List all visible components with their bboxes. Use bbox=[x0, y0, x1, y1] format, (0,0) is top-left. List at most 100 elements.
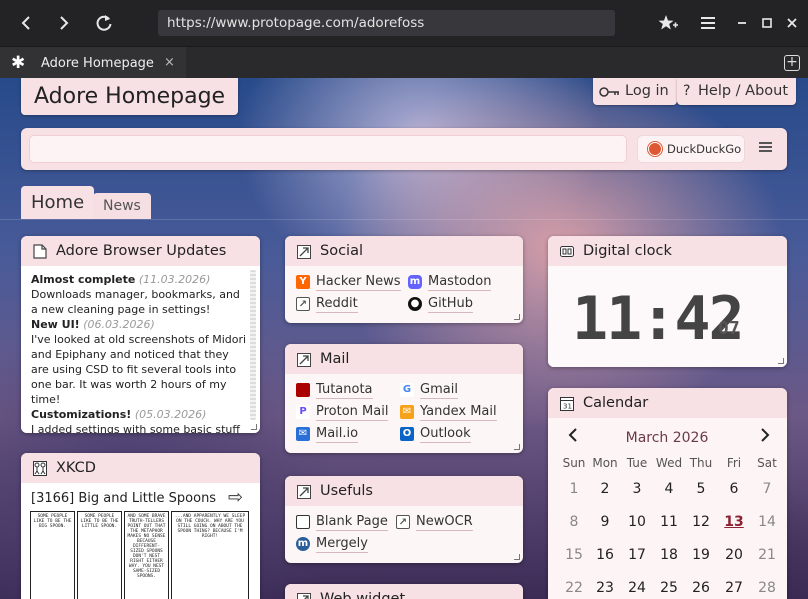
blank-page-icon bbox=[296, 515, 310, 529]
calendar-day[interactable]: 9 bbox=[589, 514, 621, 530]
weekday-header: Fri bbox=[726, 456, 742, 470]
next-comic-arrow-icon[interactable]: ⇨ bbox=[228, 487, 243, 508]
link-tutanota[interactable]: Tutanota bbox=[316, 382, 373, 399]
calendar-day[interactable]: 3 bbox=[621, 481, 653, 497]
comic-panel: AND SOME BRAVE TRUTH-TELLERS POINT OUT T… bbox=[124, 511, 169, 599]
calendar-day[interactable]: 17 bbox=[621, 547, 653, 563]
mastodon-icon: m bbox=[408, 275, 422, 289]
calendar-day[interactable]: 27 bbox=[718, 580, 750, 596]
calendar-day[interactable]: 14 bbox=[751, 514, 783, 530]
bookmark-star-icon bbox=[658, 15, 678, 30]
social-widget-title: Social bbox=[320, 243, 363, 259]
resize-handle-icon[interactable] bbox=[778, 358, 784, 364]
update-heading: Almost complete bbox=[31, 273, 136, 286]
search-engine-button[interactable]: DuckDuckGo bbox=[638, 136, 744, 162]
tab-news[interactable]: News bbox=[93, 193, 151, 219]
link-gmail[interactable]: Gmail bbox=[420, 382, 458, 399]
resize-handle-icon[interactable] bbox=[251, 424, 257, 430]
link-mergely[interactable]: Mergely bbox=[316, 536, 368, 553]
bookmark-star-button[interactable] bbox=[655, 10, 681, 36]
calendar-day[interactable]: 6 bbox=[718, 481, 750, 497]
calendar-day[interactable]: 26 bbox=[685, 580, 717, 596]
calendar-day[interactable]: 28 bbox=[751, 580, 783, 596]
link-proton-mail[interactable]: Proton Mail bbox=[316, 404, 389, 421]
minimize-button[interactable] bbox=[729, 10, 755, 36]
xkcd-widget-header[interactable]: XKCD bbox=[21, 453, 260, 483]
usefuls-widget-title: Usefuls bbox=[320, 483, 373, 499]
calendar-day[interactable]: 23 bbox=[589, 580, 621, 596]
link-newocr[interactable]: NewOCR bbox=[416, 514, 473, 531]
tab-home[interactable]: Home bbox=[21, 186, 95, 219]
web-widget-header[interactable]: Web widget bbox=[285, 584, 523, 599]
calendar-day[interactable]: 5 bbox=[685, 481, 717, 497]
calendar-day[interactable]: 21 bbox=[751, 547, 783, 563]
social-widget-header[interactable]: Social bbox=[285, 236, 523, 266]
weekday-header: Mon bbox=[592, 456, 618, 470]
link-yandex-mail[interactable]: Yandex Mail bbox=[420, 404, 497, 421]
comic-panel: SOME PEOPLE LIKE TO BE THE BIG SPOON. bbox=[30, 511, 75, 599]
back-button[interactable] bbox=[13, 10, 39, 36]
login-button[interactable]: Log in bbox=[593, 78, 677, 105]
calendar-day[interactable]: 20 bbox=[718, 547, 750, 563]
main-menu-button[interactable] bbox=[695, 10, 721, 36]
updates-widget-header[interactable]: Adore Browser Updates bbox=[21, 236, 260, 266]
link-mastodon[interactable]: Mastodon bbox=[428, 274, 492, 291]
maximize-button[interactable] bbox=[754, 10, 780, 36]
calendar-day[interactable]: 8 bbox=[558, 514, 590, 530]
xkcd-widget-title: XKCD bbox=[56, 460, 96, 476]
comic-title: [3166] Big and Little Spoons bbox=[31, 491, 217, 506]
link-github[interactable]: GitHub bbox=[428, 296, 474, 313]
calendar-day[interactable]: 19 bbox=[685, 547, 717, 563]
link-blank-page[interactable]: Blank Page bbox=[316, 514, 388, 531]
calendar-day[interactable]: 7 bbox=[751, 481, 783, 497]
comic-panel: ...AND APPARENTLY WE SLEEP ON THE COUCH.… bbox=[171, 511, 249, 599]
new-tab-button[interactable]: + bbox=[784, 55, 800, 71]
search-input[interactable] bbox=[29, 135, 627, 163]
calendar-widget-header[interactable]: 31 Calendar bbox=[548, 388, 787, 418]
help-about-button[interactable]: ? Help / About bbox=[677, 78, 797, 105]
calendar-day[interactable]: 2 bbox=[589, 481, 621, 497]
forward-button[interactable] bbox=[51, 10, 77, 36]
link-hacker-news[interactable]: Hacker News bbox=[316, 274, 401, 291]
weekday-header: Sun bbox=[562, 456, 586, 470]
tab-close-icon[interactable]: × bbox=[164, 55, 175, 70]
stick-figures-icon bbox=[33, 461, 47, 476]
resize-handle-icon[interactable] bbox=[514, 554, 520, 560]
browser-tab[interactable]: ✱ Adore Homepage × bbox=[0, 47, 186, 79]
calendar-day[interactable]: 10 bbox=[621, 514, 653, 530]
calendar-day[interactable]: 4 bbox=[653, 481, 685, 497]
calendar-day[interactable]: 15 bbox=[558, 547, 590, 563]
calendar-day[interactable]: 25 bbox=[653, 580, 685, 596]
calendar-today[interactable]: 13 bbox=[718, 514, 750, 530]
next-month-button[interactable] bbox=[758, 424, 772, 448]
close-window-button[interactable] bbox=[779, 10, 805, 36]
link-reddit[interactable]: Reddit bbox=[316, 296, 358, 313]
usefuls-widget-header[interactable]: Usefuls bbox=[285, 476, 523, 506]
reload-button[interactable] bbox=[91, 10, 117, 36]
mail-widget-header[interactable]: Mail bbox=[285, 344, 523, 374]
key-icon bbox=[599, 87, 619, 97]
calendar-day[interactable]: 12 bbox=[685, 514, 717, 530]
link-mail-io[interactable]: Mail.io bbox=[316, 426, 359, 443]
updates-content: Almost complete (11.03.2026) Downloads m… bbox=[21, 266, 260, 433]
link-outlook[interactable]: Outlook bbox=[420, 426, 471, 443]
svg-text:31: 31 bbox=[563, 403, 572, 411]
reload-icon bbox=[96, 15, 112, 31]
calendar-day[interactable]: 22 bbox=[558, 580, 590, 596]
calendar-widget: 31 Calendar March 2026 Sun Mon Tue Wed Thu Fr… bbox=[548, 388, 787, 599]
url-bar[interactable]: https://www.protopage.com/adorefoss bbox=[158, 10, 615, 36]
clock-widget-header[interactable]: Digital clock bbox=[548, 236, 787, 266]
calendar-day[interactable]: 11 bbox=[653, 514, 685, 530]
calendar-day[interactable]: 1 bbox=[558, 481, 590, 497]
calendar-day[interactable]: 16 bbox=[589, 547, 621, 563]
resize-handle-icon[interactable] bbox=[514, 314, 520, 320]
mail-widget: Mail Tutanota G Gmail P Proton Mail ✉ Ya… bbox=[285, 344, 523, 453]
calendar-day[interactable]: 18 bbox=[653, 547, 685, 563]
tab-title: Adore Homepage bbox=[41, 56, 154, 71]
updates-scrollbar[interactable] bbox=[250, 270, 256, 420]
resize-handle-icon[interactable] bbox=[514, 444, 520, 450]
search-menu-icon[interactable] bbox=[759, 142, 772, 154]
calendar-day[interactable]: 24 bbox=[621, 580, 653, 596]
clock-widget: Digital clock 11:42 07 bbox=[548, 236, 787, 367]
mail-widget-title: Mail bbox=[320, 351, 350, 367]
